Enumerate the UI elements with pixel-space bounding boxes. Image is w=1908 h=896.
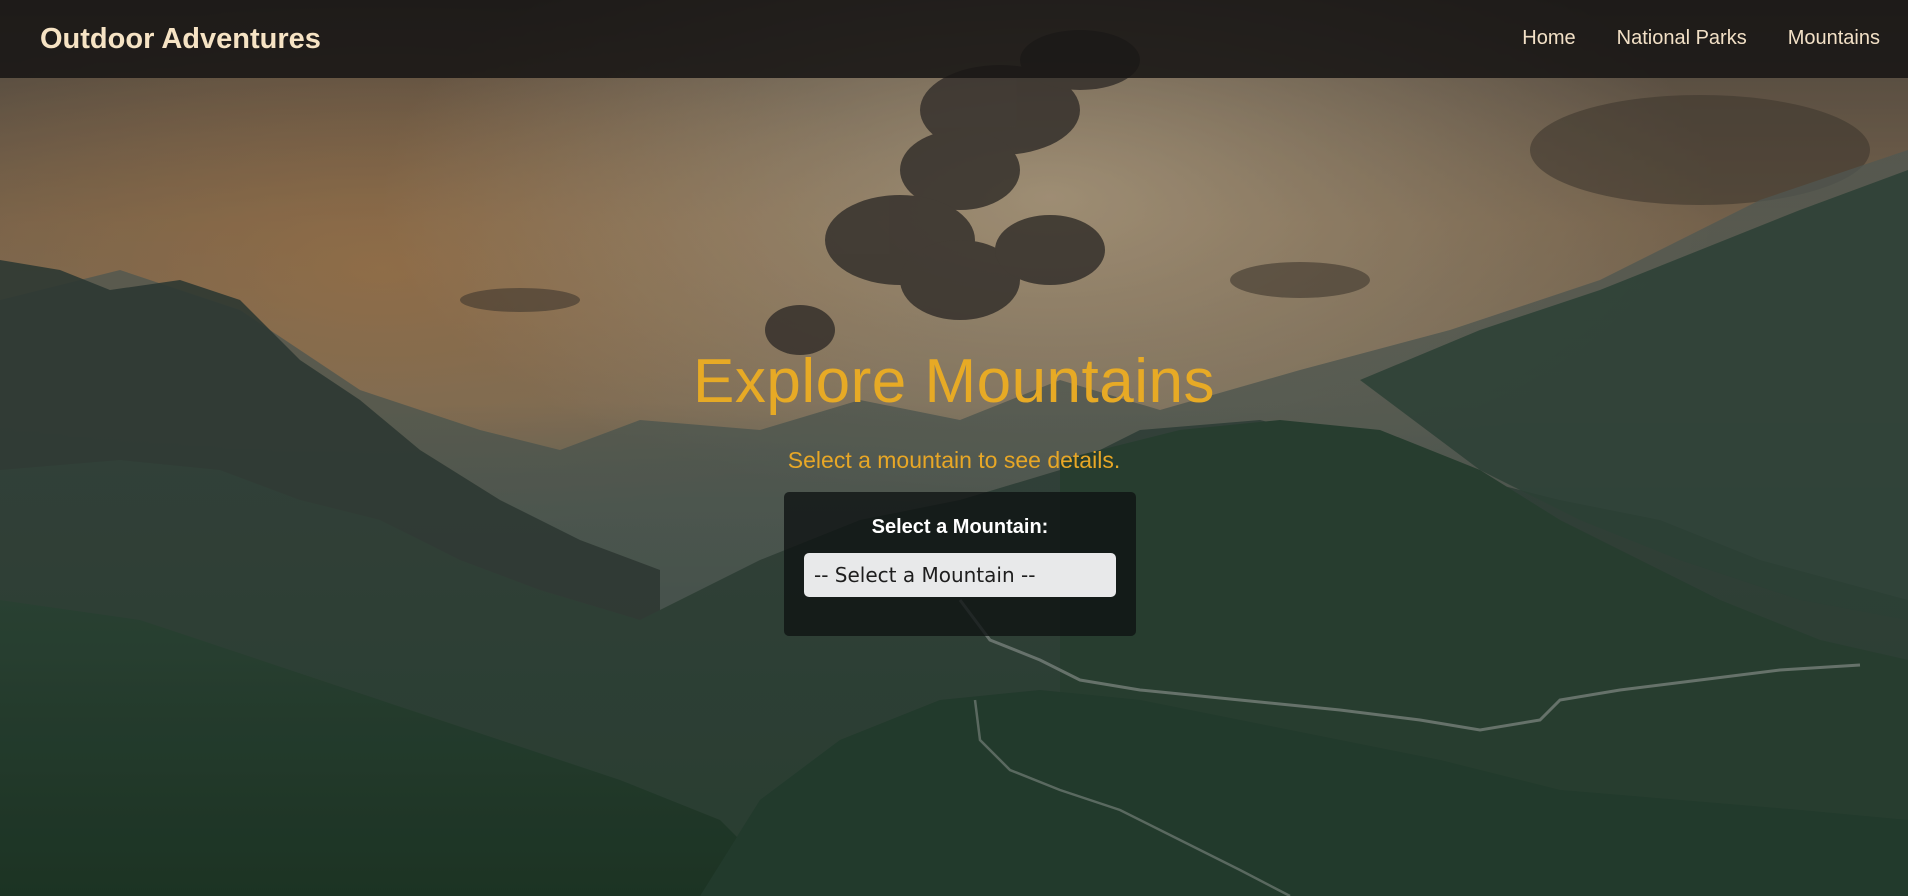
nav-link-mountains[interactable]: Mountains: [1788, 27, 1880, 50]
nav-link-home[interactable]: Home: [1522, 27, 1575, 50]
page-subtitle: Select a mountain to see details.: [787, 447, 1121, 473]
mountain-select-label: Select a Mountain:: [871, 516, 1049, 538]
top-navbar: Outdoor Adventures Home National Parks M…: [0, 0, 1908, 78]
mountain-select-dropdown[interactable]: -- Select a Mountain --: [804, 553, 1116, 597]
brand-logo-link[interactable]: Outdoor Adventures: [40, 23, 321, 56]
mountain-select-panel: Select a Mountain: -- Select a Mountain …: [784, 492, 1136, 636]
nav-links: Home National Parks Mountains: [1522, 27, 1880, 50]
nav-link-national-parks[interactable]: National Parks: [1617, 27, 1747, 50]
page: Outdoor Adventures Home National Parks M…: [0, 0, 1908, 896]
page-title: Explore Mountains: [693, 347, 1215, 416]
hero-section: Explore Mountains Select a mountain to s…: [0, 0, 1908, 896]
